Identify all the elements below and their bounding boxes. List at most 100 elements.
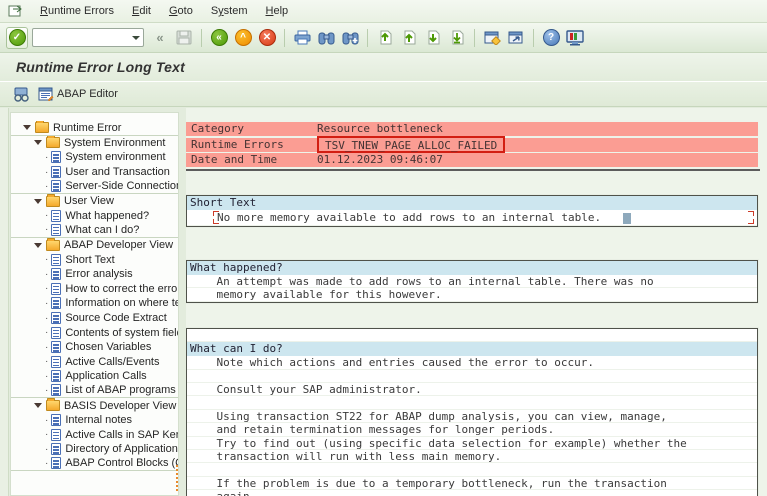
tree-item-doc[interactable]: · Error analysis bbox=[11, 267, 178, 282]
error-header: Category Resource bottleneck Runtime Error… bbox=[186, 122, 758, 167]
tree-item-doc[interactable]: · Short Text bbox=[11, 252, 178, 267]
tree-item-folder[interactable]: System Environment bbox=[11, 135, 178, 151]
tree-item-label: Active Calls/Events bbox=[65, 355, 160, 368]
tree-item-folder[interactable]: User View bbox=[11, 193, 178, 209]
tree-item-folder[interactable]: ABAP Developer View bbox=[11, 237, 178, 253]
menu-item-help[interactable]: Help bbox=[257, 3, 298, 19]
expand-triangle-icon[interactable] bbox=[34, 198, 42, 204]
tree-item-folder[interactable]: BASIS Developer View bbox=[11, 398, 178, 413]
next-page-button[interactable] bbox=[422, 27, 444, 49]
binoculars-icon bbox=[318, 32, 334, 45]
tree-item-doc[interactable]: · What happened? bbox=[11, 209, 178, 224]
folder-icon bbox=[46, 237, 60, 251]
tree-item-doc[interactable]: · Internal notes bbox=[11, 413, 178, 428]
back-button[interactable]: « bbox=[208, 27, 230, 49]
tree-item-doc[interactable]: · List of ABAP programs af bbox=[11, 384, 178, 399]
expand-triangle-icon[interactable] bbox=[34, 242, 42, 248]
exit-button[interactable]: ^ bbox=[232, 27, 254, 49]
create-shortcut-button[interactable] bbox=[505, 27, 527, 49]
collapse-field-button[interactable]: « bbox=[149, 27, 171, 49]
bullet-icon: · bbox=[45, 166, 49, 178]
tree-item-label: What happened? bbox=[65, 209, 150, 222]
expand-triangle-icon[interactable] bbox=[34, 140, 42, 146]
tree-item-doc[interactable]: · User and Transaction bbox=[11, 165, 178, 180]
help-button[interactable]: ? bbox=[540, 27, 562, 49]
tree-item-label: Source Code Extract bbox=[65, 312, 167, 325]
tree-item-doc[interactable]: · ABAP Control Blocks (CO bbox=[11, 457, 178, 472]
error-header-row: Category Resource bottleneck bbox=[186, 122, 758, 136]
last-page-button[interactable] bbox=[446, 27, 468, 49]
tree-item-doc[interactable]: · Source Code Extract bbox=[11, 311, 178, 326]
document-icon bbox=[51, 180, 62, 193]
tree-item-label: BASIS Developer View bbox=[64, 399, 177, 412]
tree-item-doc[interactable]: · Active Calls/Events bbox=[11, 355, 178, 370]
document-icon bbox=[51, 384, 62, 397]
menu-item-runtime-errors[interactable]: Runtime Errors bbox=[31, 3, 123, 19]
tree-item-label: System environment bbox=[65, 151, 166, 164]
save-button[interactable] bbox=[173, 27, 195, 49]
section-title: What happened? bbox=[187, 261, 757, 275]
splitter-handle[interactable] bbox=[176, 465, 178, 491]
menu-item-system[interactable]: System bbox=[202, 3, 257, 19]
tree-item-doc[interactable]: · Server-Side Connection bbox=[11, 179, 178, 194]
tree-item-label: Information on where term bbox=[65, 297, 178, 310]
bullet-icon: · bbox=[45, 457, 49, 469]
document-icon bbox=[51, 414, 62, 427]
expand-triangle-icon[interactable] bbox=[34, 403, 42, 409]
tree-item-doc[interactable]: · Chosen Variables bbox=[11, 340, 178, 355]
section-text-line: and retain termination messages for long… bbox=[187, 423, 757, 437]
menu-items: Runtime Errors Edit Goto System Help bbox=[31, 5, 297, 17]
section-text-line: If the problem is due to a temporary bot… bbox=[187, 477, 757, 491]
tree-item-doc[interactable]: · Information on where term bbox=[11, 296, 178, 311]
bullet-icon: · bbox=[45, 370, 49, 382]
tree-item-label: Short Text bbox=[65, 253, 115, 266]
last-page-icon bbox=[452, 30, 464, 45]
section-text-line: Using transaction ST22 for ABAP dump ana… bbox=[187, 410, 757, 424]
document-icon bbox=[51, 443, 62, 456]
abap-editor-button[interactable]: ABAP Editor bbox=[34, 86, 122, 102]
tree-item-doc[interactable]: · How to correct the error bbox=[11, 282, 178, 297]
expand-triangle-icon[interactable] bbox=[23, 125, 31, 131]
title-bar: Runtime Error Long Text bbox=[0, 53, 767, 82]
menu-item-goto[interactable]: Goto bbox=[160, 3, 202, 19]
new-session-icon bbox=[484, 31, 501, 45]
section-text-line: Note which actions and entries caused th… bbox=[187, 356, 757, 370]
save-icon bbox=[176, 30, 192, 45]
menu-item-edit[interactable]: Edit bbox=[123, 3, 160, 19]
tree-item-folder[interactable]: Runtime Error bbox=[11, 121, 178, 136]
error-header-label: Runtime Errors bbox=[191, 137, 284, 151]
tree-item-doc[interactable]: · Directory of Application bbox=[11, 442, 178, 457]
find-next-button[interactable] bbox=[339, 27, 361, 49]
checkmark-icon: ✓ bbox=[8, 29, 26, 46]
new-session-button[interactable] bbox=[481, 27, 503, 49]
previous-page-button[interactable] bbox=[398, 27, 420, 49]
tree-item-doc[interactable]: · What can I do? bbox=[11, 223, 178, 238]
cancel-button[interactable]: ✕ bbox=[256, 27, 278, 49]
command-input[interactable] bbox=[32, 28, 144, 47]
tree-item-doc[interactable]: · Active Calls in SAP Kernel bbox=[11, 427, 178, 442]
first-page-button[interactable] bbox=[374, 27, 396, 49]
runtime-error-name: TSV_TNEW_PAGE_ALLOC_FAILED bbox=[317, 135, 506, 153]
display-glasses-icon bbox=[14, 87, 29, 102]
tree-item-label: Directory of Application bbox=[65, 443, 178, 456]
command-dropdown-icon[interactable] bbox=[132, 36, 140, 40]
tree-item-doc[interactable]: · System environment bbox=[11, 150, 178, 165]
tree-item-doc[interactable]: · Application Calls bbox=[11, 369, 178, 384]
display-dumps-button[interactable] bbox=[8, 86, 34, 103]
customize-layout-button[interactable] bbox=[564, 27, 586, 49]
bullet-icon: · bbox=[45, 384, 49, 396]
binoculars-plus-icon bbox=[342, 32, 358, 45]
tree-item-label: What can I do? bbox=[65, 223, 140, 236]
section-text-line: No more memory available to add rows to … bbox=[187, 210, 757, 226]
document-icon bbox=[51, 253, 62, 266]
document-icon bbox=[51, 341, 62, 354]
tree-item-doc[interactable]: · Contents of system fields bbox=[11, 325, 178, 340]
section-text-line: again. bbox=[187, 490, 757, 496]
folder-icon bbox=[46, 135, 60, 149]
enter-button[interactable]: ✓ bbox=[6, 26, 28, 49]
print-button[interactable] bbox=[291, 27, 313, 49]
find-button[interactable] bbox=[315, 27, 337, 49]
header-divider bbox=[186, 169, 760, 171]
error-header-row: Runtime Errors TSV_TNEW_PAGE_ALLOC_FAILED bbox=[186, 135, 758, 153]
window-menu-icon[interactable] bbox=[8, 5, 23, 18]
